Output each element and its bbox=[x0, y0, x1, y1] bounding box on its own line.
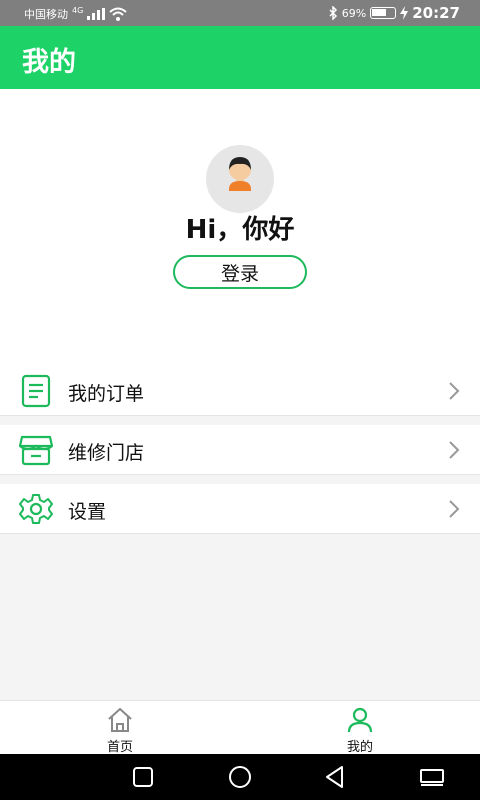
app-header: 我的 bbox=[0, 26, 480, 89]
avatar-person-icon bbox=[229, 157, 251, 191]
battery-percent: 69% bbox=[341, 6, 367, 20]
home-icon bbox=[108, 708, 132, 732]
battery-icon bbox=[370, 7, 397, 19]
menu-item-settings[interactable]: 设置 bbox=[0, 484, 480, 534]
profile-section: Hi，你好 登录 bbox=[0, 89, 480, 367]
status-right: 69% 20:27 bbox=[328, 4, 460, 22]
menu-item-label: 维修门店 bbox=[68, 442, 145, 464]
tab-mine[interactable]: 我的 bbox=[300, 701, 420, 755]
chevron-right-icon bbox=[449, 500, 460, 518]
system-nav-bar bbox=[0, 754, 480, 800]
store-icon bbox=[18, 435, 54, 466]
order-list-icon bbox=[21, 374, 51, 408]
home-button-icon[interactable] bbox=[227, 764, 253, 790]
status-time: 20:27 bbox=[412, 4, 460, 22]
menu-item-label: 设置 bbox=[68, 501, 107, 523]
menu-item-orders[interactable]: 我的订单 bbox=[0, 366, 480, 416]
greeting-text: Hi，你好 bbox=[185, 215, 295, 245]
status-bar: 中国移动 4G 69% 20:27 bbox=[0, 0, 480, 26]
user-icon bbox=[347, 707, 373, 733]
wifi-icon bbox=[109, 7, 127, 21]
carrier-label: 中国移动 bbox=[24, 8, 68, 21]
tab-label: 首页 bbox=[106, 740, 133, 755]
chevron-right-icon bbox=[449, 382, 460, 400]
avatar[interactable] bbox=[206, 145, 274, 213]
signal-icon bbox=[87, 8, 106, 20]
charging-icon bbox=[400, 6, 409, 20]
back-icon[interactable] bbox=[322, 764, 348, 790]
network-type: 4G bbox=[72, 5, 84, 15]
recent-apps-icon[interactable] bbox=[130, 764, 156, 790]
tab-label: 我的 bbox=[346, 740, 373, 755]
tab-home[interactable]: 首页 bbox=[60, 701, 180, 755]
menu-item-repair-stores[interactable]: 维修门店 bbox=[0, 425, 480, 475]
page-title: 我的 bbox=[22, 47, 76, 78]
login-button[interactable]: 登录 bbox=[173, 255, 307, 289]
menu-item-label: 我的订单 bbox=[68, 383, 145, 405]
gear-icon bbox=[19, 494, 53, 524]
status-left: 中国移动 4G bbox=[24, 6, 127, 22]
chevron-right-icon bbox=[449, 441, 460, 459]
bottom-nav: 首页 我的 bbox=[0, 700, 480, 755]
keyboard-toggle-icon[interactable] bbox=[419, 764, 445, 790]
bluetooth-icon bbox=[329, 6, 337, 20]
